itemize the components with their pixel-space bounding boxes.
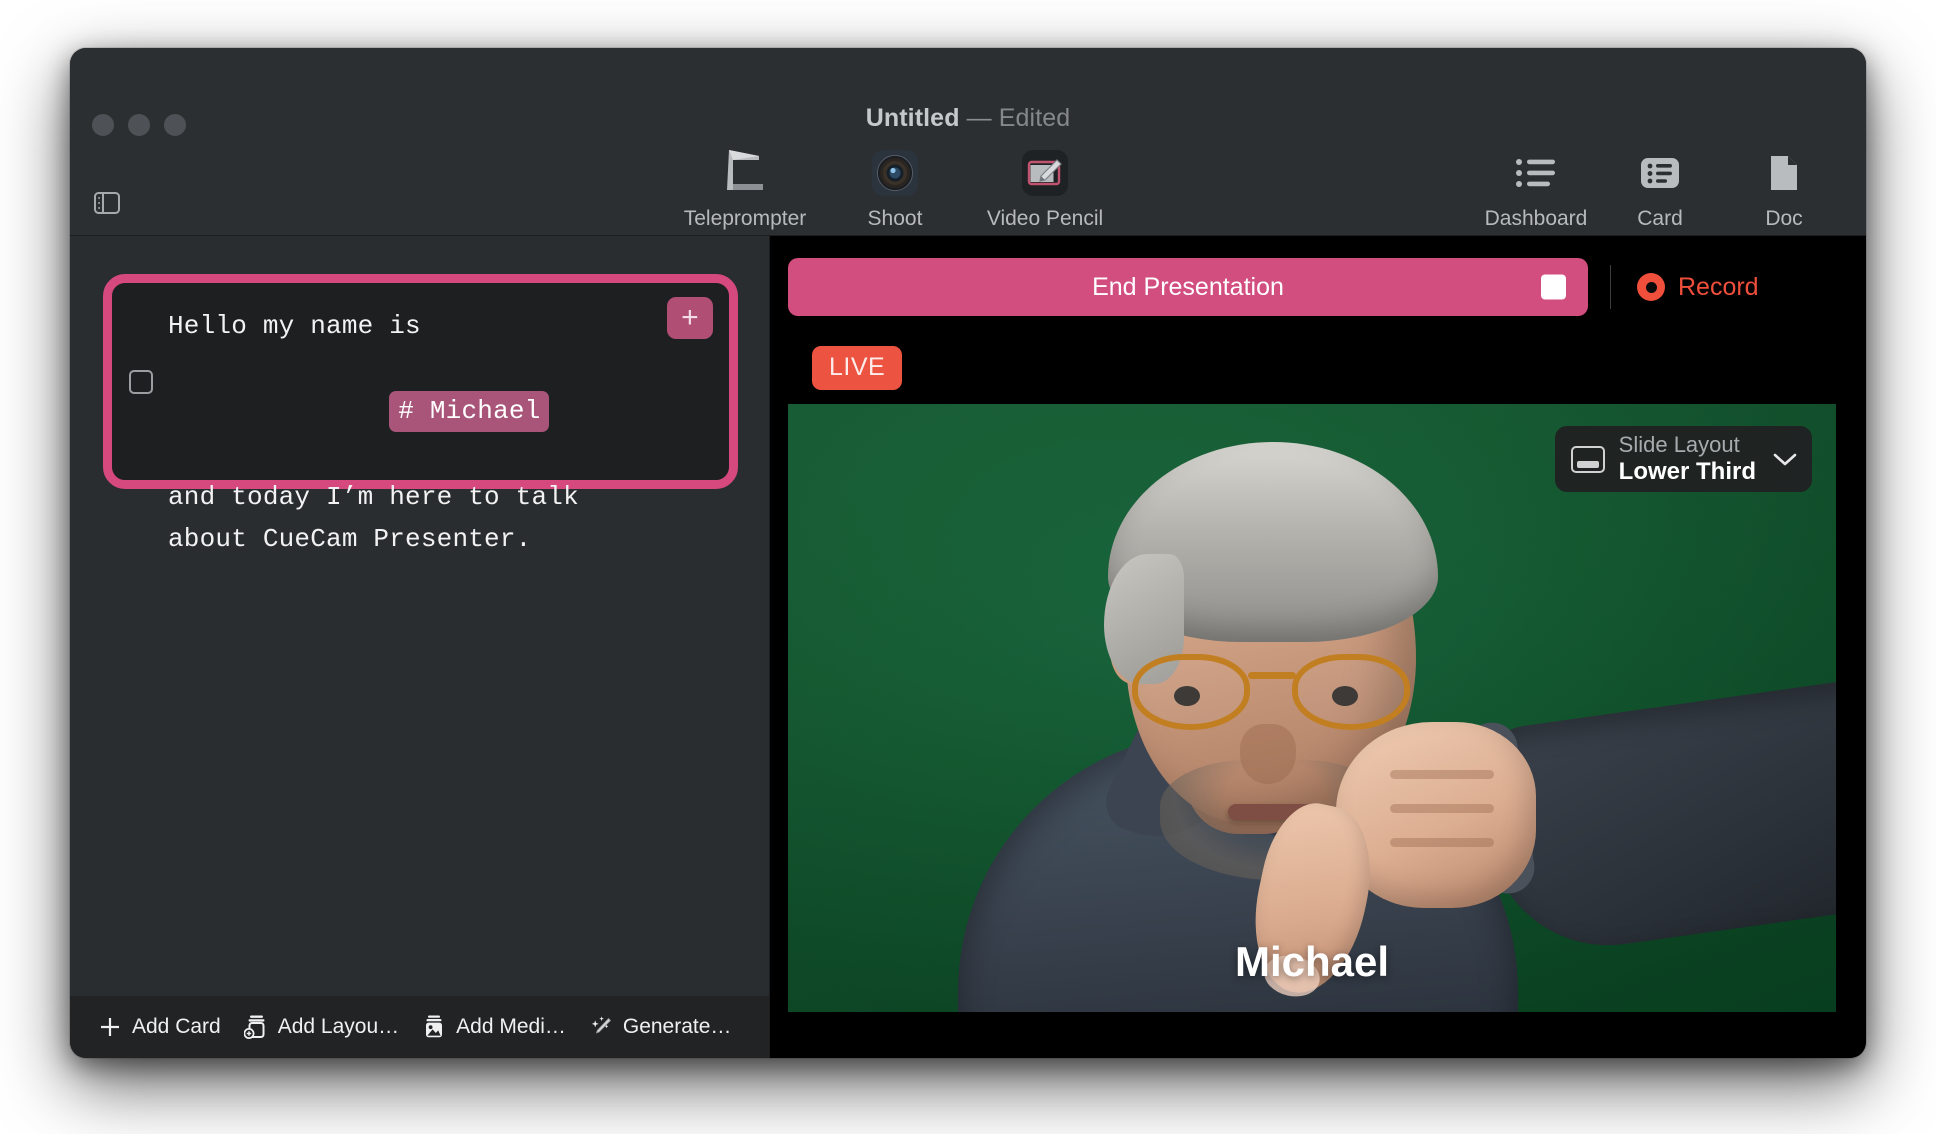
card-script-line-3: and today I’m here to talk: [168, 476, 703, 518]
presentation-main-panel: End Presentation Record LIVE: [770, 236, 1866, 1058]
teleprompter-card-content: + Hello my name is # Michael and today I…: [112, 283, 729, 480]
toolbar-item-dashboard[interactable]: Dashboard: [1474, 148, 1598, 231]
record-button[interactable]: Record: [1637, 273, 1759, 302]
toolbar-item-card[interactable]: Card: [1598, 148, 1722, 231]
toolbar-item-label: Card: [1637, 207, 1683, 231]
toolbar-item-video-pencil[interactable]: Video Pencil: [970, 148, 1120, 231]
toolbar-item-label: Video Pencil: [987, 207, 1103, 231]
add-media-button[interactable]: Add Medi…: [412, 1008, 575, 1046]
slide-layout-caption: Slide Layout: [1619, 432, 1756, 458]
card-checkbox[interactable]: [129, 370, 153, 394]
cards-sidebar: + Hello my name is # Michael and today I…: [70, 236, 770, 1058]
toolbar-item-label: Dashboard: [1485, 207, 1588, 231]
add-media-label: Add Medi…: [456, 1015, 566, 1039]
sidebar-bottom-toolbar: Add Card: [70, 996, 769, 1058]
stop-square-icon: [1541, 275, 1566, 300]
window-title-separator: —: [967, 104, 992, 132]
toolbar-item-label: Doc: [1765, 207, 1802, 231]
add-card-button[interactable]: Add Card: [88, 1008, 230, 1046]
slide-layout-text: Slide Layout Lower Third: [1619, 432, 1756, 486]
plus-icon: [97, 1014, 123, 1040]
window-title-main: Untitled: [866, 104, 960, 132]
toolbar-item-label: Teleprompter: [684, 207, 807, 231]
toolbar-center-group: Teleprompter: [670, 148, 1120, 231]
add-card-label: Add Card: [132, 1015, 221, 1039]
screenshot-root: Untitled — Edited: [0, 0, 1936, 1134]
record-dot-icon: [1637, 273, 1665, 301]
action-divider: [1610, 265, 1611, 309]
toolbar-right-group: Dashboard Card: [1474, 148, 1846, 231]
video-pencil-icon: [1022, 148, 1068, 198]
end-presentation-label: End Presentation: [1092, 273, 1284, 302]
add-layout-label: Add Layou…: [278, 1015, 399, 1039]
person-glasses: [1132, 654, 1422, 732]
window-title-edited-state: Edited: [999, 104, 1071, 132]
document-icon: [1768, 148, 1800, 198]
teleprompter-icon: [719, 148, 771, 198]
add-layout-button[interactable]: Add Layou…: [234, 1008, 408, 1046]
video-preview[interactable]: Michael Slide Layout Lower Third: [788, 404, 1836, 1012]
window-title: Untitled — Edited: [70, 104, 1866, 133]
card-list-icon: [1640, 148, 1680, 198]
card-script-line-1: Hello my name is: [168, 305, 703, 347]
generate-label: Generate…: [623, 1015, 732, 1039]
person-eye-left: [1174, 686, 1200, 706]
card-script-line-4: about CueCam Presenter.: [168, 518, 703, 560]
card-name-token[interactable]: # Michael: [389, 391, 549, 432]
lower-third-name-overlay: Michael: [788, 938, 1836, 986]
glasses-bridge: [1248, 672, 1296, 679]
generate-button[interactable]: Generate…: [579, 1008, 741, 1046]
sidebar-toggle-icon[interactable]: [90, 188, 124, 218]
lower-third-icon: [1571, 446, 1605, 473]
card-script-token-line: # Michael: [168, 347, 703, 476]
app-window: Untitled — Edited: [70, 48, 1866, 1058]
chevron-down-icon[interactable]: [1770, 451, 1798, 467]
add-media-icon: [421, 1014, 447, 1040]
toolbar-item-label: Shoot: [868, 207, 923, 231]
bulleted-list-icon: [1515, 148, 1557, 198]
window-body: + Hello my name is # Michael and today I…: [70, 236, 1866, 1058]
presentation-action-row: End Presentation Record: [788, 258, 1836, 316]
record-label: Record: [1678, 273, 1759, 302]
end-presentation-button[interactable]: End Presentation: [788, 258, 1588, 316]
card-add-button[interactable]: +: [667, 297, 713, 339]
person-knuckle: [1390, 838, 1494, 847]
slide-layout-dropdown[interactable]: Slide Layout Lower Third: [1555, 426, 1812, 492]
add-layout-icon: [243, 1014, 269, 1040]
toolbar-item-shoot[interactable]: Shoot: [820, 148, 970, 231]
toolbar-item-teleprompter[interactable]: Teleprompter: [670, 148, 820, 231]
person-eye-right: [1332, 686, 1358, 706]
person-knuckle: [1390, 770, 1494, 779]
person-nose: [1240, 724, 1296, 784]
teleprompter-card[interactable]: + Hello my name is # Michael and today I…: [103, 274, 738, 489]
slide-layout-value: Lower Third: [1619, 458, 1756, 486]
live-status-badge: LIVE: [812, 346, 902, 390]
camera-lens-icon: [872, 148, 918, 198]
magic-wand-icon: [588, 1014, 614, 1040]
toolbar-item-doc[interactable]: Doc: [1722, 148, 1846, 231]
person-knuckle: [1390, 804, 1494, 813]
window-titlebar: Untitled — Edited: [70, 48, 1866, 236]
